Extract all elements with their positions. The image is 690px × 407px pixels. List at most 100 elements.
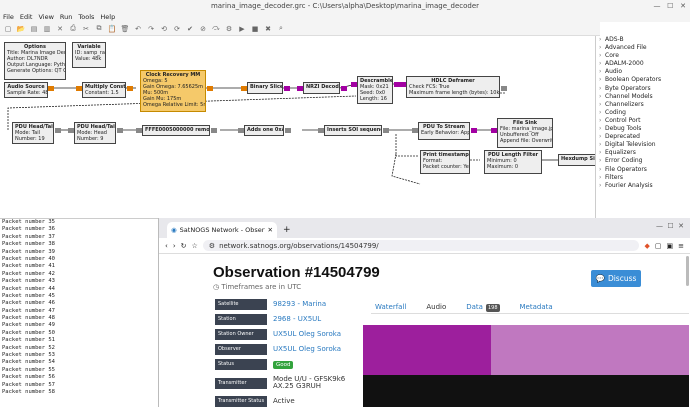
out-port[interactable] [383,128,389,133]
cut-icon[interactable]: ✂ [81,24,91,34]
undo-icon[interactable]: ↶ [133,24,143,34]
generate-icon[interactable]: ⚙ [224,24,234,34]
detail-value[interactable]: UX5UL Oleg Soroka [273,330,341,338]
library-category[interactable]: Filters [596,174,690,182]
redo-icon[interactable]: ↷ [146,24,156,34]
print-icon[interactable]: ⎙ [68,24,78,34]
maximize-icon[interactable]: ☐ [667,2,673,10]
library-category[interactable]: Channelizers [596,101,690,109]
stop-icon[interactable]: ■ [250,24,260,34]
out-port[interactable] [48,86,54,91]
pdu-length-filter-block[interactable]: PDU Length Filter Minimum: 0 Maximum: 0 [484,150,542,174]
kill-icon[interactable]: ✖ [263,24,273,34]
library-category[interactable]: Deprecated [596,133,690,141]
menu-tools[interactable]: Tools [78,12,94,22]
library-category[interactable]: Digital Television [596,141,690,149]
open-icon[interactable]: 📂 [16,24,26,34]
menu-edit[interactable]: Edit [20,12,33,22]
rotate-right-icon[interactable]: ⟳ [172,24,182,34]
library-category[interactable]: Channel Models [596,93,690,101]
discuss-button[interactable]: 💬 Discuss [591,270,641,287]
pdu-head-tail-block-1[interactable]: PDU Head/Tail Mode: Tail Number: 19 [12,122,54,144]
out-port[interactable] [211,128,217,133]
file-sink-block[interactable]: File Sink File: marina_image.jpg Unbuffe… [497,118,553,148]
library-category[interactable]: Boolean Operators [596,76,690,84]
out-port[interactable] [127,86,133,91]
reload-icon[interactable]: ↻ [181,242,187,250]
library-category[interactable]: Debug Tools [596,125,690,133]
forward-icon[interactable]: › [173,242,176,250]
sidebar-icon[interactable]: ▢ [655,242,662,250]
search-icon[interactable]: ⌕ [276,24,286,34]
menu-icon[interactable]: ≡ [678,242,684,250]
close-icon[interactable]: ✕ [680,2,686,10]
enable-icon[interactable]: ✔ [185,24,195,34]
menu-run[interactable]: Run [60,12,72,22]
tab-close-icon[interactable]: ✕ [268,226,273,234]
new-tab-icon[interactable]: + [283,225,291,235]
detail-value[interactable]: UX5UL Oleg Soroka [273,345,341,353]
library-category[interactable]: Equalizers [596,149,690,157]
site-info-icon[interactable]: ⚙ [209,242,215,250]
binary-slicer-block[interactable]: Binary Slicer [247,82,283,94]
pdu-head-tail-block-2[interactable]: PDU Head/Tail Mode: Head Number: 9 [74,122,116,144]
new-icon[interactable]: ▢ [3,24,13,34]
menu-help[interactable]: Help [100,12,115,22]
ffff-remover-block[interactable]: FFFE0005000000 remover [142,125,210,136]
inserts-soi-block[interactable]: Inserts SOI sequence [324,125,382,136]
run-icon[interactable]: ▶ [237,24,247,34]
detail-value[interactable]: 2968 - UX5UL [273,315,321,323]
out-port[interactable] [284,86,290,91]
tab-waterfall[interactable]: Waterfall [371,303,410,311]
library-category[interactable]: Advanced File [596,44,690,52]
page-scrollbar[interactable] [686,256,689,286]
brave-shield-icon[interactable]: ◆ [644,242,649,250]
library-category[interactable]: Byte Operators [596,85,690,93]
hdlc-deframer-block[interactable]: HDLC Deframer Check FCS: True Maximum fr… [406,76,500,98]
menu-view[interactable]: View [38,12,53,22]
out-port[interactable] [471,128,477,133]
options-block[interactable]: Options Title: Marina Image Decoder Auth… [4,42,66,80]
detail-value[interactable]: 98293 - Marina [273,300,326,308]
paste-icon[interactable]: 📋 [107,24,117,34]
out-port[interactable] [55,128,61,133]
saveas-icon[interactable]: ▥ [42,24,52,34]
delete-icon[interactable]: 🗑 [120,24,130,34]
browser-tab[interactable]: ◉ SatNOGS Network - Observa ✕ [167,222,277,238]
maximize-icon[interactable]: ☐ [667,222,673,230]
library-category[interactable]: Audio [596,68,690,76]
tab-audio[interactable]: Audio [422,303,450,311]
multiply-const-block[interactable]: Multiply Const Constant: 1.5 [82,82,126,98]
variable-block[interactable]: Variable ID: samp_rate Value: 48k [72,42,106,68]
menu-file[interactable]: File [3,12,14,22]
close-icon[interactable]: ✕ [55,24,65,34]
minimize-icon[interactable]: — [656,222,663,230]
library-category[interactable]: File Operators [596,166,690,174]
library-category[interactable]: Coding [596,109,690,117]
out-port[interactable] [285,128,291,133]
print-timestamp-block[interactable]: Print timestamp Format: Packet counter: … [420,150,470,174]
tab-metadata[interactable]: Metadata [516,303,557,311]
rotate-left-icon[interactable]: ⟲ [159,24,169,34]
save-icon[interactable]: ▤ [29,24,39,34]
out-port[interactable] [207,86,213,91]
flowgraph-canvas[interactable]: Options Title: Marina Image Decoder Auth… [0,36,595,218]
library-category[interactable]: Fourier Analysis [596,182,690,190]
out-port[interactable] [117,128,123,133]
out-port[interactable] [341,86,347,91]
descrambler-block[interactable]: Descrambler Mask: 0x21 Seed: 0x0 Length:… [357,76,393,104]
hexdump-sink-block[interactable]: Hexdump Sink [558,154,595,166]
library-category[interactable]: ADALM-2000 [596,60,690,68]
url-field[interactable]: ⚙ network.satnogs.org/observations/14504… [202,240,640,251]
bypass-icon[interactable]: ⤼ [211,24,221,34]
library-category[interactable]: Core [596,52,690,60]
out-port[interactable] [501,86,507,91]
library-category[interactable]: Error Coding [596,157,690,165]
library-category[interactable]: Control Port [596,117,690,125]
back-icon[interactable]: ‹ [165,242,168,250]
tab-data[interactable]: Data 198 [462,303,503,312]
minimize-icon[interactable]: — [653,2,660,10]
audio-source-block[interactable]: Audio Source Sample Rate: 48k [4,82,48,98]
adds-one-block[interactable]: Adds one 0xA4 [244,125,284,136]
nrzi-decode-block[interactable]: NRZI Decode [303,82,340,94]
